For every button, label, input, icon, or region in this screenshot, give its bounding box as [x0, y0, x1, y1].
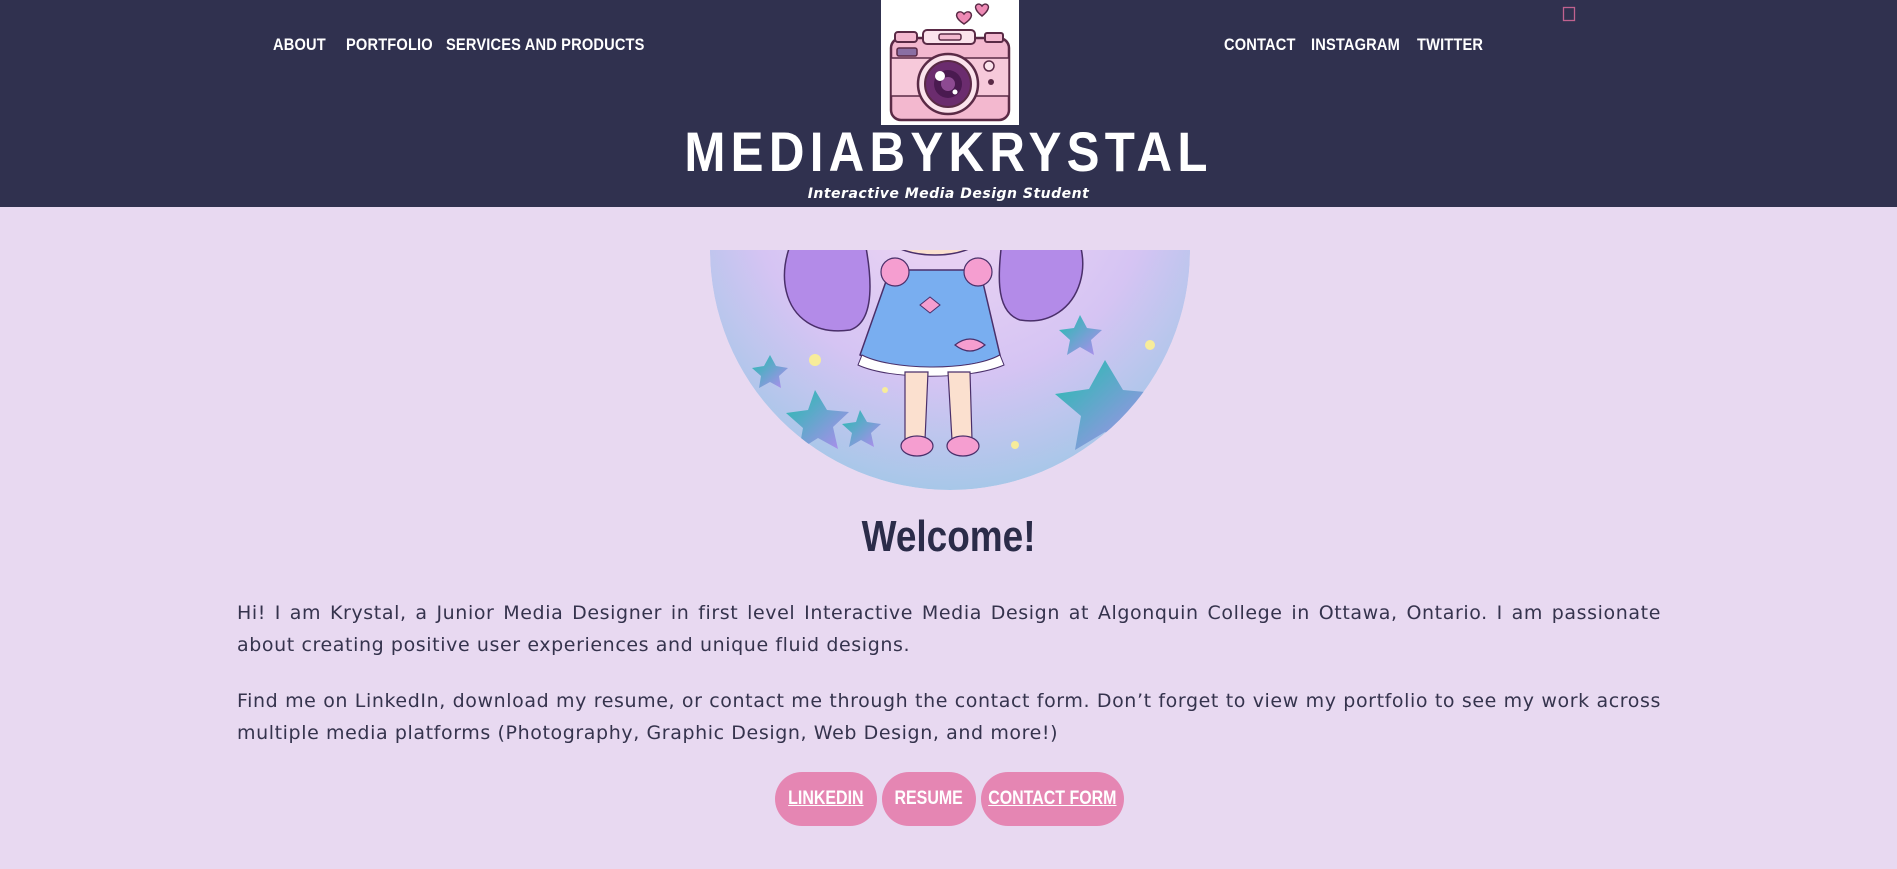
nav-twitter[interactable]: TWITTER: [1417, 35, 1483, 55]
site-tagline: Interactive Media Design Student: [807, 186, 1090, 202]
cart-icon[interactable]: [1562, 6, 1576, 22]
site-title[interactable]: MEDIABYKRYSTAL: [114, 120, 1783, 184]
linkedin-button[interactable]: LINKEDIN: [775, 772, 877, 826]
site-header: ABOUT PORTFOLIO SERVICES AND PRODUCTS CO…: [0, 0, 1897, 207]
linkedin-button-label: LINKEDIN: [788, 788, 864, 809]
nav-instagram[interactable]: INSTAGRAM: [1311, 35, 1400, 55]
nav-about[interactable]: ABOUT: [273, 35, 326, 55]
links-paragraph: Find me on LinkedIn, download my resume,…: [237, 690, 1661, 744]
camera-with-hearts-icon: [889, 3, 1011, 122]
resume-button[interactable]: RESUME: [882, 772, 976, 826]
welcome-heading: Welcome!: [861, 512, 1036, 561]
contact-form-button-label: CONTACT FORM: [988, 788, 1117, 809]
resume-button-label: RESUME: [894, 788, 964, 809]
intro-paragraph: Hi! I am Krystal, a Junior Media Designe…: [237, 602, 1661, 656]
hero-avatar-image: [710, 250, 1190, 490]
nav-contact[interactable]: CONTACT: [1224, 35, 1296, 55]
site-logo[interactable]: [881, 0, 1019, 125]
contact-form-button[interactable]: CONTACT FORM: [981, 772, 1124, 826]
nav-services-and-products[interactable]: SERVICES AND PRODUCTS: [446, 35, 645, 55]
nav-portfolio[interactable]: PORTFOLIO: [346, 35, 433, 55]
